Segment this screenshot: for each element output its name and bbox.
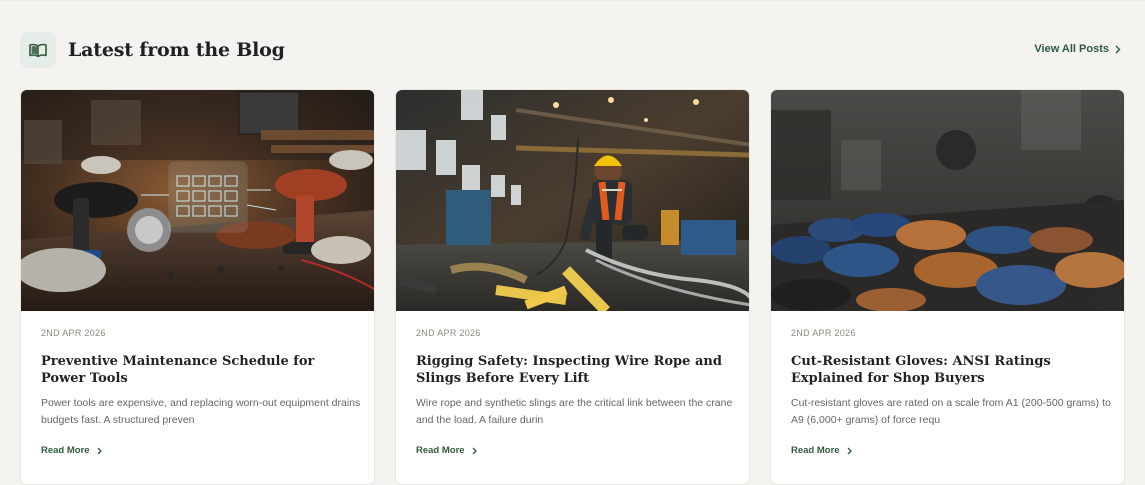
post-date: 2ND APR 2026: [416, 328, 481, 338]
chevron-right-icon: [97, 447, 102, 454]
blog-section-header: Latest from the Blog View All Posts: [20, 32, 1125, 70]
read-more-link[interactable]: Read More: [416, 445, 477, 456]
post-date: 2ND APR 2026: [791, 328, 856, 338]
read-more-label: Read More: [791, 445, 840, 456]
post-excerpt: Cut-resistant gloves are rated on a scal…: [791, 397, 1111, 426]
section-title: Latest from the Blog: [68, 39, 285, 61]
post-excerpt: Power tools are expensive, and replacing…: [41, 397, 361, 426]
read-more-label: Read More: [416, 445, 465, 456]
post-excerpt: Wire rope and synthetic slings are the c…: [416, 397, 733, 426]
post-image[interactable]: [21, 90, 374, 311]
post-title[interactable]: Preventive Maintenance Schedule for Powe…: [41, 353, 361, 387]
blog-cards: 2ND APR 2026 Preventive Maintenance Sche…: [20, 89, 1125, 485]
chevron-right-icon: [847, 447, 852, 454]
chevron-right-icon: [1115, 45, 1121, 53]
read-more-label: Read More: [41, 445, 90, 456]
blog-card[interactable]: 2ND APR 2026 Cut-Resistant Gloves: ANSI …: [770, 89, 1125, 485]
top-divider: [0, 0, 1145, 4]
read-more-link[interactable]: Read More: [41, 445, 102, 456]
blog-card[interactable]: 2ND APR 2026 Rigging Safety: Inspecting …: [395, 89, 750, 485]
view-all-posts-link[interactable]: View All Posts: [1034, 43, 1121, 55]
post-title[interactable]: Cut-Resistant Gloves: ANSI Ratings Expla…: [791, 353, 1111, 387]
read-more-link[interactable]: Read More: [791, 445, 852, 456]
post-date: 2ND APR 2026: [41, 328, 106, 338]
chevron-right-icon: [472, 447, 477, 454]
post-image[interactable]: [396, 90, 749, 311]
post-title[interactable]: Rigging Safety: Inspecting Wire Rope and…: [416, 353, 736, 387]
open-book-icon: [20, 32, 56, 68]
post-image[interactable]: [771, 90, 1124, 311]
blog-card[interactable]: 2ND APR 2026 Preventive Maintenance Sche…: [20, 89, 375, 485]
view-all-label: View All Posts: [1034, 43, 1109, 55]
